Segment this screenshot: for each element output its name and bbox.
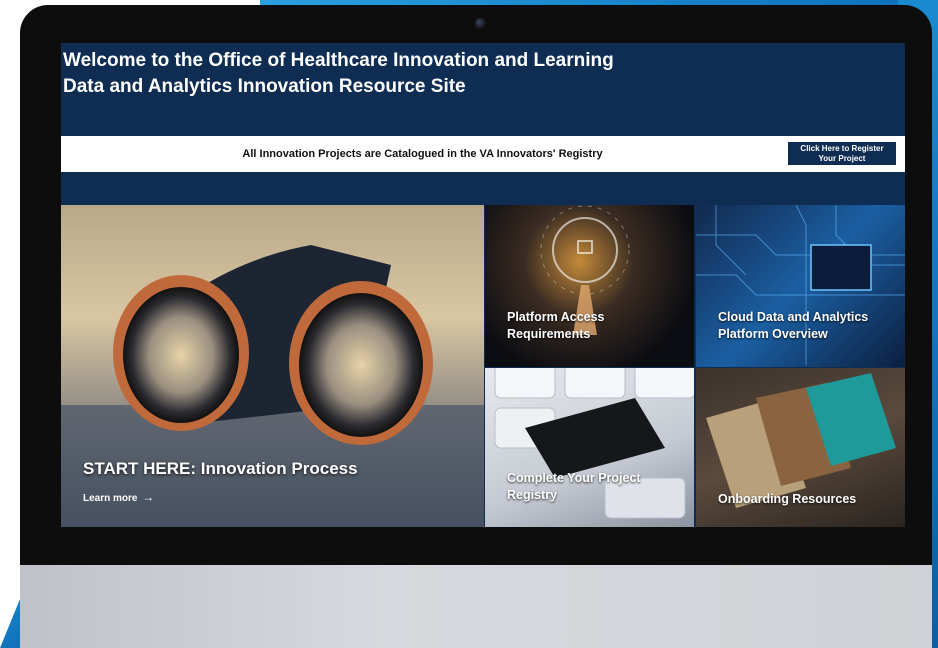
start-here-title: START HERE: Innovation Process	[83, 459, 358, 478]
cloud-data-label: Cloud Data and Analytics Platform Overvi…	[718, 309, 868, 343]
platform-access-label: Platform Access Requirements	[507, 309, 605, 343]
register-button-line-1: Click Here to Register	[800, 143, 884, 153]
complete-registry-line-1: Complete Your Project	[507, 471, 641, 485]
monitor-frame: Welcome to the Office of Healthcare Inno…	[20, 5, 932, 648]
complete-registry-line-2: Registry	[507, 488, 558, 502]
tile-grid: START HERE: Innovation Process Learn mor…	[61, 205, 905, 527]
complete-registry-label: Complete Your Project Registry	[507, 470, 641, 504]
tile-platform-access[interactable]: Platform Access Requirements	[485, 205, 694, 367]
onboarding-line-1: Onboarding Resources	[718, 492, 857, 506]
register-project-button[interactable]: Click Here to Register Your Project	[788, 142, 896, 165]
learn-more-label: Learn more	[83, 493, 138, 504]
title-line-1: Welcome to the Office of Healthcare Inno…	[63, 50, 614, 71]
registry-banner-text: All Innovation Projects are Catalogued i…	[242, 148, 603, 160]
arrow-right-icon: →	[142, 490, 155, 504]
tile-start-here[interactable]: START HERE: Innovation Process Learn mor…	[61, 205, 484, 527]
tile-complete-registry[interactable]: Complete Your Project Registry	[485, 368, 694, 527]
site-screen: Welcome to the Office of Healthcare Inno…	[61, 43, 905, 527]
cloud-data-line-1: Cloud Data and Analytics	[718, 310, 869, 324]
tile-onboarding[interactable]: Onboarding Resources	[696, 368, 905, 527]
learn-more-link[interactable]: Learn more →	[83, 490, 154, 504]
platform-access-line-2: Requirements	[507, 327, 591, 341]
tile-cloud-data[interactable]: Cloud Data and Analytics Platform Overvi…	[696, 205, 905, 367]
cloud-data-line-2: Platform Overview	[718, 327, 828, 341]
page-title: Welcome to the Office of Healthcare Inno…	[63, 48, 614, 100]
webcam-icon	[475, 18, 486, 29]
registry-banner: All Innovation Projects are Catalogued i…	[61, 136, 905, 172]
title-line-2: Data and Analytics Innovation Resource S…	[63, 76, 466, 97]
onboarding-label: Onboarding Resources	[718, 491, 856, 508]
platform-access-line-1: Platform Access	[507, 310, 605, 324]
monitor-chin	[20, 565, 932, 648]
register-button-line-2: Your Project	[818, 153, 866, 163]
